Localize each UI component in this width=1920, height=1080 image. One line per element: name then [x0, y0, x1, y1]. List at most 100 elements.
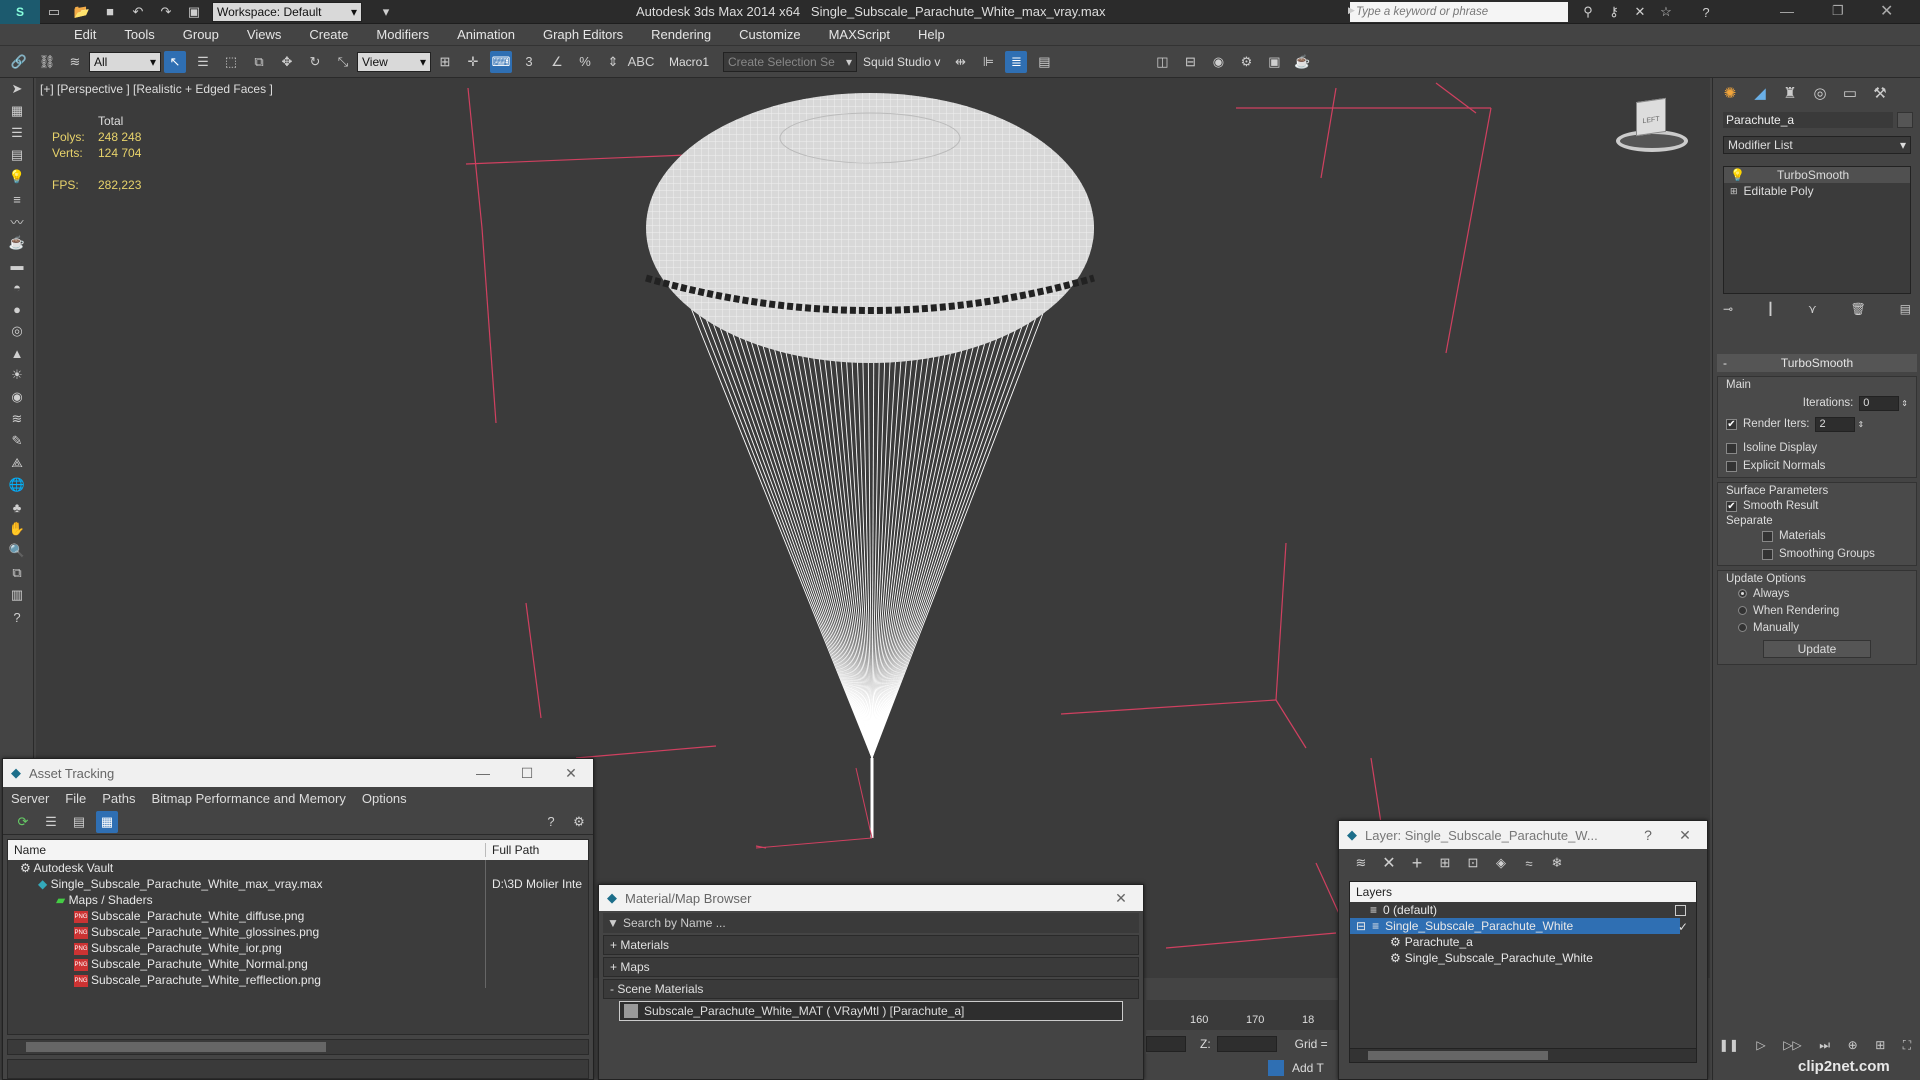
move-icon[interactable]: ✥ — [276, 51, 298, 73]
strip-sphere-icon[interactable]: ● — [0, 298, 34, 320]
selection-filter-select[interactable]: All ▾ — [89, 51, 161, 72]
snap-toggle-icon[interactable]: 3 — [518, 51, 540, 73]
layer-manager-icon[interactable]: ≣ — [1005, 50, 1028, 73]
search-toggle-icon[interactable]: ▶ — [1348, 5, 1355, 16]
save-file-icon[interactable]: ■ — [99, 1, 121, 23]
list-view-icon[interactable]: ☰ — [40, 811, 62, 833]
close-icon[interactable]: ✕ — [1880, 1, 1893, 21]
strip-help-icon[interactable]: ? — [0, 606, 34, 628]
modifier-list-select[interactable]: Modifier List ▾ — [1723, 136, 1911, 154]
restore-icon[interactable]: ❐ — [1832, 3, 1844, 19]
hide-all-icon[interactable]: ≈ — [1518, 852, 1540, 874]
strip-box-icon[interactable]: ▦ — [0, 100, 34, 122]
y-field[interactable] — [1146, 1036, 1186, 1052]
play-icon[interactable]: ▷ — [1756, 1038, 1765, 1052]
menu-animation[interactable]: Animation — [443, 24, 529, 46]
pause-icon[interactable]: ❚❚ — [1719, 1038, 1739, 1052]
layer-hscrollbar[interactable] — [1350, 1048, 1696, 1062]
asset-row[interactable]: PNG Subscale_Parachute_White_diffuse.png — [8, 908, 588, 924]
turbosmooth-rollout-header[interactable]: - TurboSmooth — [1717, 354, 1917, 372]
unlink-icon[interactable]: ⛓ — [36, 51, 58, 73]
new-file-icon[interactable]: ▭ — [43, 1, 65, 23]
render-iters-spinner[interactable]: 2 — [1815, 416, 1856, 432]
column-name[interactable]: Name — [8, 843, 486, 857]
scene-materials-section[interactable]: - Scene Materials — [603, 979, 1139, 999]
strip-hand-icon[interactable]: ✋ — [0, 518, 34, 540]
redo-icon[interactable]: ↷ — [155, 1, 177, 23]
remove-modifier-icon[interactable]: 🗑 — [1851, 302, 1866, 316]
add-time-tag[interactable]: Add T — [1268, 1058, 1324, 1078]
modify-tab-icon[interactable]: ◢ — [1745, 79, 1775, 107]
material-editor-icon[interactable]: ◉ — [1207, 51, 1229, 73]
help-icon[interactable]: ? — [540, 811, 562, 833]
viewcube-face[interactable]: LEFT — [1636, 97, 1666, 137]
separate-smoothing-groups-checkbox[interactable] — [1762, 548, 1773, 560]
layers-column-header[interactable]: Layers — [1350, 882, 1696, 902]
stack-item-turbosmooth[interactable]: 💡 TurboSmooth — [1724, 167, 1910, 183]
strip-light-icon[interactable]: 💡 — [0, 166, 34, 188]
object-color-swatch[interactable] — [1897, 112, 1913, 128]
schematic-view-icon[interactable]: ⊟ — [1179, 51, 1201, 73]
create-layer-icon[interactable]: + — [1406, 852, 1428, 874]
menu-paths[interactable]: Paths — [94, 791, 143, 806]
menu-bitmap-performance[interactable]: Bitmap Performance and Memory — [144, 791, 354, 806]
refresh-icon[interactable]: ⟳ — [12, 811, 34, 833]
menu-graph-editors[interactable]: Graph Editors — [529, 24, 637, 46]
highlight-layer-icon[interactable]: ◈ — [1490, 852, 1512, 874]
help-icon[interactable]: ? — [1695, 1, 1717, 23]
lock-icon[interactable] — [1268, 1060, 1284, 1076]
strip-grid-icon[interactable]: ▤ — [0, 144, 34, 166]
rendered-frame-window-icon[interactable]: ▣ — [1263, 51, 1285, 73]
squid-studio-label[interactable]: Squid Studio v — [863, 55, 940, 69]
angle-snap-icon[interactable]: ∠ — [546, 51, 568, 73]
update-button[interactable]: Update — [1763, 640, 1871, 658]
close-icon[interactable]: ✕ — [549, 765, 593, 782]
collapse-icon[interactable]: ⊟ — [1356, 918, 1366, 934]
strip-zoom-icon[interactable]: 🔍 — [0, 540, 34, 562]
strip-torus-icon[interactable]: ◎ — [0, 320, 34, 342]
asset-hscrollbar[interactable] — [7, 1039, 589, 1055]
render-setup-icon[interactable]: ⚙ — [1235, 51, 1257, 73]
strip-list-icon[interactable]: ☰ — [0, 122, 34, 144]
rotate-icon[interactable]: ↻ — [304, 51, 326, 73]
spinner-arrows-icon[interactable]: ⇕ — [1857, 420, 1864, 429]
strip-hair-icon[interactable]: ≋ — [0, 408, 34, 430]
scene-material-item[interactable]: Subscale_Parachute_White_MAT ( VRayMtl )… — [619, 1001, 1123, 1021]
settings-icon[interactable]: ⚙ — [568, 811, 590, 833]
key-icon[interactable]: ⚷ — [1603, 1, 1625, 23]
strip-ball-icon[interactable]: ◉ — [0, 386, 34, 408]
object-name-field[interactable]: Parachute_a — [1723, 112, 1893, 128]
menu-maxscript[interactable]: MAXScript — [815, 24, 904, 46]
keyboard-shortcut-override-icon[interactable]: ⌨ — [490, 50, 512, 73]
maximize-viewport-icon[interactable]: ⛶ — [1903, 1038, 1911, 1053]
update-always-radio[interactable] — [1738, 589, 1747, 598]
create-tab-icon[interactable]: ✺ — [1715, 79, 1745, 107]
menu-create[interactable]: Create — [295, 24, 362, 46]
asset-row[interactable]: PNG Subscale_Parachute_White_Normal.png — [8, 956, 588, 972]
separate-materials-checkbox[interactable] — [1762, 530, 1773, 542]
menu-group[interactable]: Group — [169, 24, 233, 46]
smooth-result-checkbox[interactable]: ✔ — [1726, 500, 1737, 512]
strip-plane-icon[interactable]: ▬ — [0, 254, 34, 276]
app-logo[interactable]: S — [0, 0, 40, 24]
quickaccess-dropdown-icon[interactable]: ▾ — [375, 1, 397, 23]
scale-icon[interactable]: ⤡ — [332, 51, 354, 73]
stack-item-editable-poly[interactable]: ⊞ Editable Poly — [1724, 183, 1910, 199]
update-manually-radio[interactable] — [1738, 623, 1747, 632]
select-object-icon[interactable]: ↖ — [164, 50, 186, 73]
explicit-normals-checkbox[interactable] — [1726, 460, 1737, 472]
undo-icon[interactable]: ↶ — [127, 1, 149, 23]
minimize-icon[interactable]: — — [461, 765, 505, 781]
menu-modifiers[interactable]: Modifiers — [362, 24, 443, 46]
render-production-icon[interactable]: ☕ — [1291, 51, 1313, 73]
selection-region-icon[interactable]: ⬚ — [220, 51, 242, 73]
render-iters-checkbox[interactable]: ✔ — [1726, 418, 1737, 430]
mirror-icon[interactable]: ⇹ — [949, 51, 971, 73]
strip-cone-icon[interactable]: ▲ — [0, 342, 34, 364]
material-browser-titlebar[interactable]: ◆ Material/Map Browser ✕ — [599, 885, 1143, 911]
detail-view-icon[interactable]: ▤ — [68, 811, 90, 833]
exchange-icon[interactable]: ✕ — [1629, 1, 1651, 23]
freeze-all-icon[interactable]: ❄ — [1546, 852, 1568, 874]
strip-wave-icon[interactable]: 〰 — [0, 210, 34, 232]
pin-stack-icon[interactable]: ⊸ — [1723, 302, 1733, 316]
